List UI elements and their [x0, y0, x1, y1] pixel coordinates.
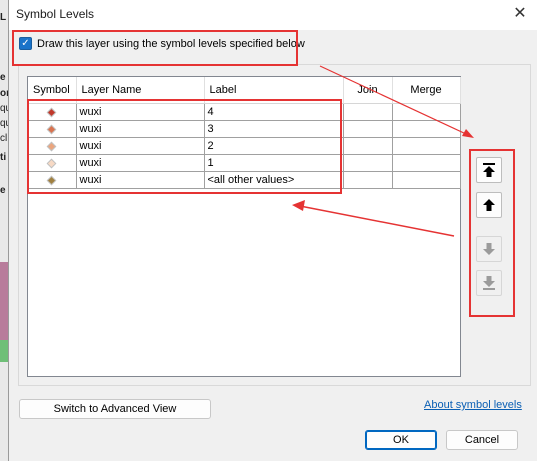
annotation-arrow-to-buttons [319, 65, 467, 135]
annotation-arrowhead [462, 129, 474, 138]
annotation-arrowhead [292, 200, 305, 211]
annotation-arrows [292, 65, 474, 237]
annotation-arrow-to-rows [299, 205, 455, 237]
